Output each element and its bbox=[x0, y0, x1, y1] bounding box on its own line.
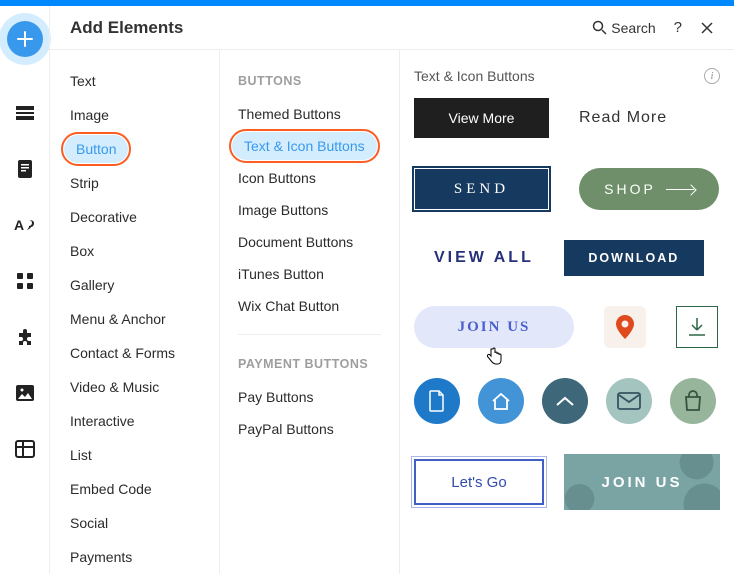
apps-icon[interactable] bbox=[13, 269, 37, 293]
home-icon bbox=[490, 391, 512, 411]
pin-icon bbox=[615, 315, 635, 339]
svg-text:A: A bbox=[14, 217, 24, 233]
arrow-right-icon bbox=[666, 189, 694, 190]
sub-wixchat-button[interactable]: Wix Chat Button bbox=[220, 290, 399, 322]
sample-download-icon-btn[interactable] bbox=[676, 306, 718, 348]
panel-title: Add Elements bbox=[70, 18, 592, 38]
cat-gallery[interactable]: Gallery bbox=[50, 268, 219, 302]
divider bbox=[238, 334, 381, 335]
cat-contact-forms[interactable]: Contact & Forms bbox=[50, 336, 219, 370]
sample-row-3: VIEW ALL DOWNLOAD bbox=[414, 240, 720, 276]
search-icon bbox=[592, 20, 607, 35]
sample-view-all[interactable]: VIEW ALL bbox=[434, 249, 534, 267]
cat-box[interactable]: Box bbox=[50, 234, 219, 268]
sub-document-buttons[interactable]: Document Buttons bbox=[220, 226, 399, 258]
add-elements-panel: Add Elements Search ? Text Image Button … bbox=[49, 6, 734, 574]
cat-button[interactable]: Button bbox=[64, 135, 128, 163]
sample-download[interactable]: DOWNLOAD bbox=[564, 240, 704, 276]
cat-strip[interactable]: Strip bbox=[50, 166, 219, 200]
cat-image[interactable]: Image bbox=[50, 98, 219, 132]
info-icon[interactable]: i bbox=[704, 68, 720, 84]
close-icon bbox=[700, 21, 714, 35]
sub-themed-buttons[interactable]: Themed Buttons bbox=[220, 98, 399, 130]
header-actions: Search ? bbox=[592, 19, 714, 36]
sample-pin[interactable] bbox=[604, 306, 646, 348]
mail-icon bbox=[617, 392, 641, 410]
sample-view-more[interactable]: View More bbox=[414, 98, 549, 138]
cat-list[interactable]: List bbox=[50, 438, 219, 472]
sample-send[interactable]: SEND bbox=[414, 168, 549, 210]
sub-text-icon-buttons[interactable]: Text & Icon Buttons bbox=[232, 132, 377, 160]
sample-shop[interactable]: SHOP bbox=[579, 168, 719, 210]
cat-video-music[interactable]: Video & Music bbox=[50, 370, 219, 404]
sample-mail-icon-btn[interactable] bbox=[606, 378, 652, 424]
cat-interactive[interactable]: Interactive bbox=[50, 404, 219, 438]
preview-section-title: Text & Icon Buttons bbox=[414, 68, 535, 84]
sample-row-4: JOIN US bbox=[414, 306, 720, 348]
sub-heading-buttons: BUTTONS bbox=[220, 64, 399, 98]
sub-paypal-buttons[interactable]: PayPal Buttons bbox=[220, 413, 399, 445]
sample-bag-icon-btn[interactable] bbox=[670, 378, 716, 424]
cat-payments[interactable]: Payments bbox=[50, 540, 219, 574]
panel-columns: Text Image Button Strip Decorative Box G… bbox=[50, 50, 734, 574]
sub-pay-buttons[interactable]: Pay Buttons bbox=[220, 381, 399, 413]
sub-image-buttons[interactable]: Image Buttons bbox=[220, 194, 399, 226]
media-icon[interactable] bbox=[13, 381, 37, 405]
add-element-button[interactable] bbox=[7, 21, 43, 57]
sample-row-6: Let's Go JOIN US bbox=[414, 454, 720, 510]
chevron-up-icon bbox=[555, 395, 575, 407]
help-button[interactable]: ? bbox=[674, 19, 682, 36]
cat-decorative[interactable]: Decorative bbox=[50, 200, 219, 234]
search-label: Search bbox=[611, 20, 655, 36]
category-list: Text Image Button Strip Decorative Box G… bbox=[50, 50, 220, 574]
page-icon[interactable] bbox=[13, 157, 37, 181]
sample-join-us-label: JOIN US bbox=[458, 319, 531, 336]
search-button[interactable]: Search bbox=[592, 20, 655, 36]
sub-heading-payment: PAYMENT BUTTONS bbox=[220, 347, 399, 381]
sample-join-us[interactable]: JOIN US bbox=[414, 306, 574, 348]
sample-grid: View More Read More SEND SHOP VIEW ALL D… bbox=[414, 98, 720, 510]
preview-section-header: Text & Icon Buttons i bbox=[414, 64, 720, 98]
sample-page-icon-btn[interactable] bbox=[414, 378, 460, 424]
sample-row-1: View More Read More bbox=[414, 98, 720, 138]
cat-social[interactable]: Social bbox=[50, 506, 219, 540]
sample-lets-go[interactable]: Let's Go bbox=[414, 459, 544, 505]
sample-home-icon-btn[interactable] bbox=[478, 378, 524, 424]
sample-row-5 bbox=[414, 378, 720, 424]
sub-itunes-button[interactable]: iTunes Button bbox=[220, 258, 399, 290]
close-button[interactable] bbox=[700, 21, 714, 35]
design-icon[interactable]: A bbox=[13, 213, 37, 237]
subcategory-list: BUTTONS Themed Buttons Text & Icon Butto… bbox=[220, 50, 400, 574]
plugin-icon[interactable] bbox=[13, 325, 37, 349]
cat-embed-code[interactable]: Embed Code bbox=[50, 472, 219, 506]
left-icon-rail: A bbox=[0, 6, 49, 574]
data-icon[interactable] bbox=[13, 437, 37, 461]
sample-row-2: SEND SHOP bbox=[414, 168, 720, 210]
page-icon bbox=[427, 390, 447, 412]
app-root: A Add Elements Search ? bbox=[0, 6, 734, 574]
cat-menu-anchor[interactable]: Menu & Anchor bbox=[50, 302, 219, 336]
sample-shop-label: SHOP bbox=[604, 181, 656, 197]
bag-icon bbox=[683, 390, 703, 412]
cat-text[interactable]: Text bbox=[50, 64, 219, 98]
sample-up-icon-btn[interactable] bbox=[542, 378, 588, 424]
panel-header: Add Elements Search ? bbox=[50, 6, 734, 50]
section-icon[interactable] bbox=[13, 101, 37, 125]
sample-read-more[interactable]: Read More bbox=[579, 109, 667, 127]
preview-pane: Text & Icon Buttons i View More Read Mor… bbox=[400, 50, 734, 574]
sub-icon-buttons[interactable]: Icon Buttons bbox=[220, 162, 399, 194]
sample-join-us-2[interactable]: JOIN US bbox=[564, 454, 720, 510]
download-icon bbox=[687, 316, 707, 338]
cursor-hand-icon bbox=[485, 346, 503, 366]
